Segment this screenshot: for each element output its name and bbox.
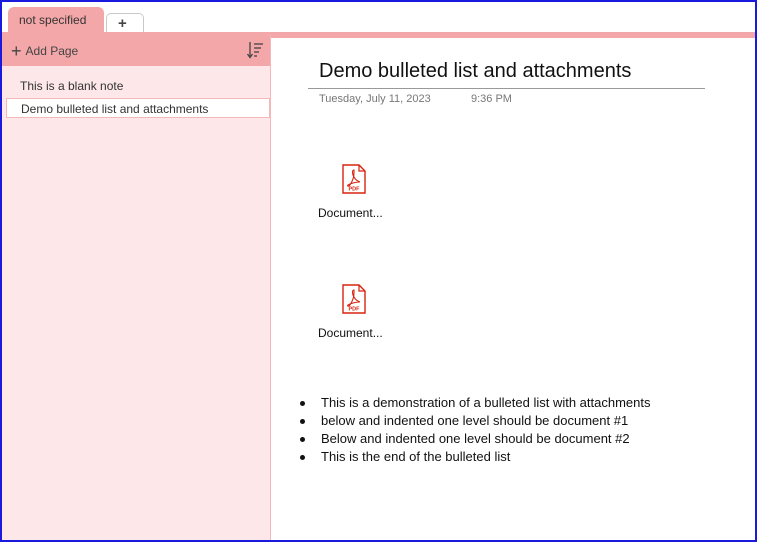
attachment-name: Document...: [318, 206, 383, 220]
section-tab-label: not specified: [19, 13, 87, 27]
add-icon: +: [11, 41, 22, 61]
add-page-button[interactable]: + Add Page: [11, 41, 78, 62]
list-item-text: This is a demonstration of a bulleted li…: [321, 395, 651, 410]
page-list-sidebar: + Add Page This is a blank note Demo bull…: [2, 35, 271, 540]
list-item[interactable]: Below and indented one level should be d…: [298, 430, 651, 448]
bullet-icon: [300, 401, 305, 406]
page-item-label: Demo bulleted list and attachments: [21, 102, 209, 116]
bulleted-list: This is a demonstration of a bulleted li…: [298, 394, 651, 466]
page-item-label: This is a blank note: [20, 79, 124, 93]
attachment-name: Document...: [318, 326, 383, 340]
attachment-2[interactable]: PDF Document...: [315, 284, 395, 348]
bullet-icon: [300, 437, 305, 442]
sidebar-header: + Add Page: [2, 35, 270, 66]
pdf-icon-label: PDF: [349, 187, 361, 193]
pdf-icon: PDF: [342, 164, 366, 194]
list-item[interactable]: This is a demonstration of a bulleted li…: [298, 394, 651, 412]
sort-icon[interactable]: [246, 40, 264, 60]
page-content: Demo bulleted list and attachments Tuesd…: [271, 38, 755, 540]
page-item-blank-note[interactable]: This is a blank note: [6, 76, 270, 96]
attachment-1[interactable]: PDF Document...: [315, 164, 395, 228]
section-tab-active[interactable]: not specified: [8, 7, 104, 35]
list-item[interactable]: below and indented one level should be d…: [298, 412, 651, 430]
add-page-label: Add Page: [25, 44, 79, 58]
pdf-icon: PDF: [342, 284, 366, 314]
page-time: 9:36 PM: [471, 93, 512, 105]
list-item[interactable]: This is the end of the bulleted list: [298, 448, 651, 466]
app-window: not specified + + Add Page This is a blan…: [0, 0, 757, 542]
bullet-icon: [300, 455, 305, 460]
plus-icon: +: [118, 15, 127, 32]
bullet-icon: [300, 419, 305, 424]
list-item-text: This is the end of the bulleted list: [321, 449, 511, 464]
page-title[interactable]: Demo bulleted list and attachments: [319, 60, 631, 83]
page-item-demo-bulleted-list[interactable]: Demo bulleted list and attachments: [6, 98, 270, 118]
list-item-text: Below and indented one level should be d…: [321, 431, 630, 446]
list-item-text: below and indented one level should be d…: [321, 413, 629, 428]
pdf-icon-label: PDF: [349, 307, 361, 313]
page-date: Tuesday, July 11, 2023: [319, 93, 431, 105]
title-underline: [308, 88, 705, 89]
